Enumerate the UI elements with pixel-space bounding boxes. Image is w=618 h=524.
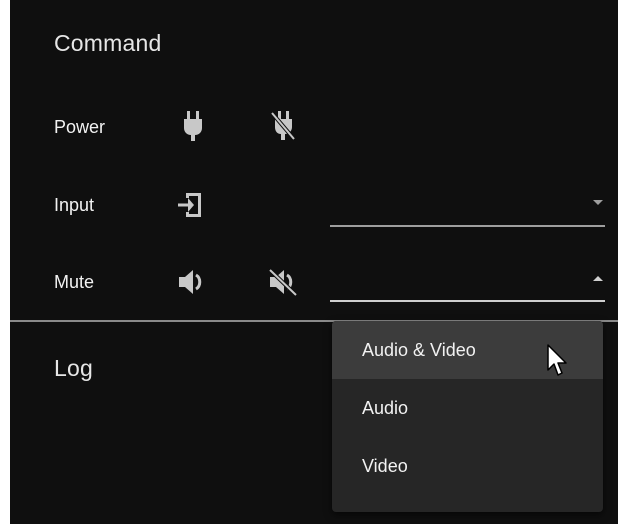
power-on-button[interactable] <box>173 106 213 146</box>
mute-off-button[interactable] <box>263 262 303 302</box>
chevron-up-icon[interactable] <box>593 276 603 281</box>
input-icon <box>178 193 201 217</box>
menu-item-video[interactable]: Video <box>332 437 603 495</box>
plug-icon <box>184 111 202 141</box>
device-control-panel: Command Power Input Mute Log Audio & Vid… <box>10 0 618 524</box>
input-select-underline <box>330 225 605 227</box>
chevron-down-icon[interactable] <box>593 200 603 205</box>
volume-icon <box>179 270 202 294</box>
menu-item-audio-video[interactable]: Audio & Video <box>332 321 603 379</box>
power-off-button[interactable] <box>263 106 303 146</box>
mute-label: Mute <box>54 272 95 292</box>
log-section-title: Log <box>54 355 93 381</box>
command-section-title: Command <box>54 30 162 56</box>
input-button[interactable] <box>170 185 210 225</box>
input-select[interactable] <box>330 186 605 226</box>
volume-off-icon <box>268 268 298 297</box>
input-label: Input <box>54 195 95 215</box>
mute-on-button[interactable] <box>172 262 212 302</box>
mute-select[interactable] <box>330 262 605 302</box>
plug-off-icon <box>270 111 296 141</box>
power-label: Power <box>54 117 106 137</box>
mute-select-underline <box>330 300 605 302</box>
mute-dropdown-menu: Audio & Video Audio Video <box>332 321 603 512</box>
menu-item-audio[interactable]: Audio <box>332 379 603 437</box>
